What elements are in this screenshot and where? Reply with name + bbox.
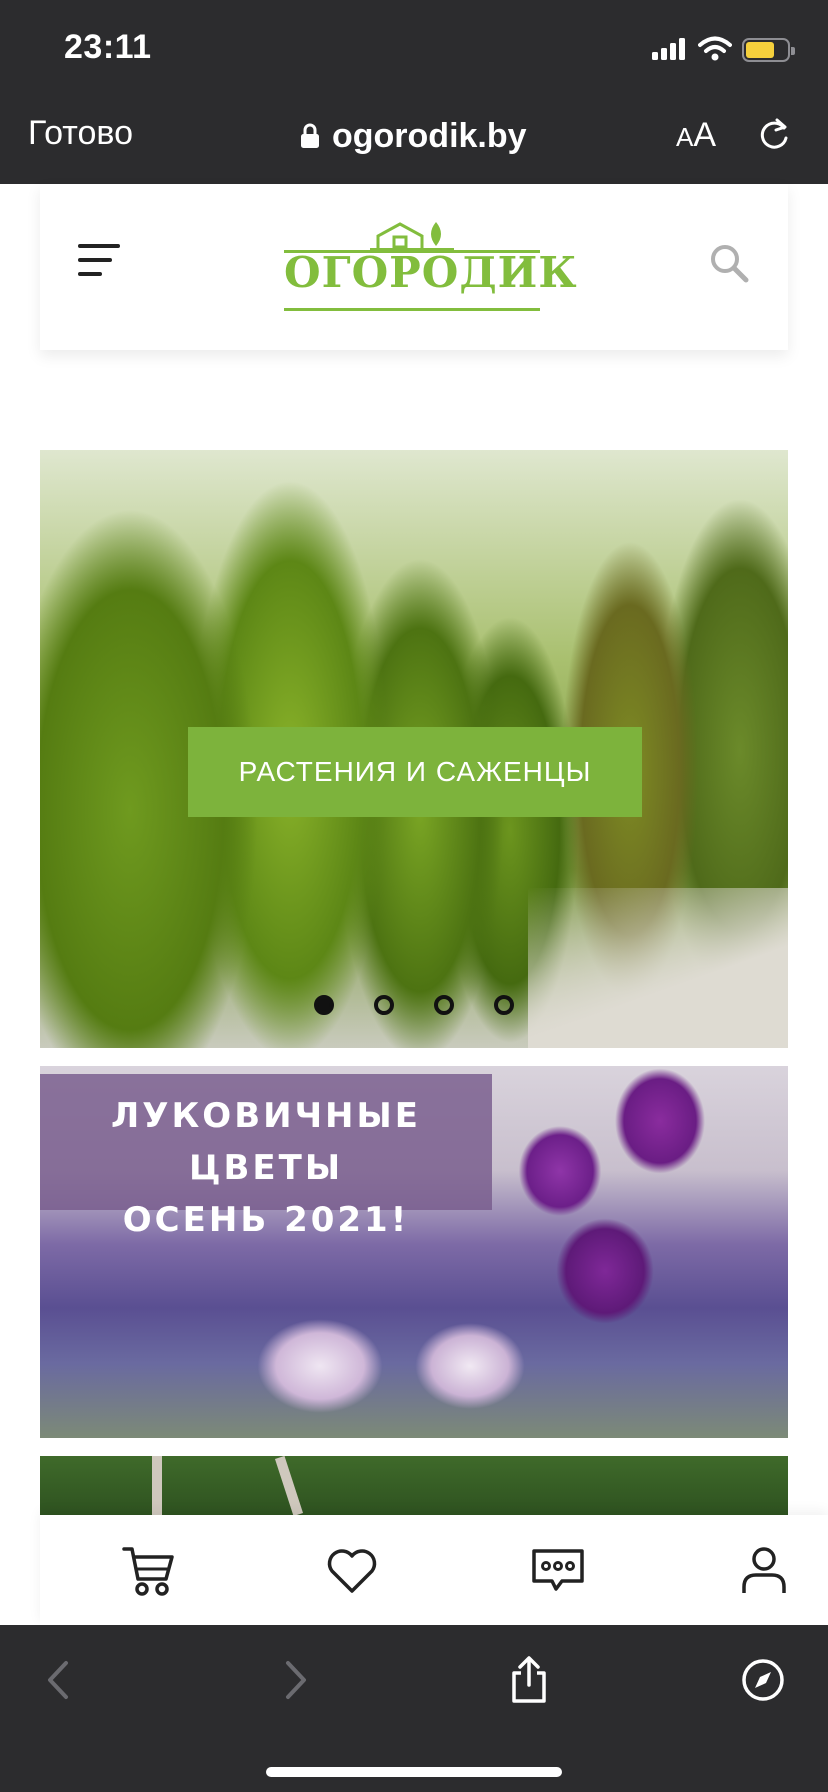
user-icon[interactable] <box>736 1543 792 1599</box>
slider-dots <box>40 995 788 1015</box>
browser-top-bar: 23:11 Готово ogorodik.by AA <box>0 0 828 184</box>
lock-icon <box>301 123 319 148</box>
browser-bottom-toolbar <box>0 1625 828 1792</box>
url-text: ogorodik.by <box>332 116 527 155</box>
hero-path-decoration <box>528 888 788 1048</box>
hero-cta-button[interactable]: РАСТЕНИЯ И САЖЕНЦЫ <box>188 727 642 817</box>
wifi-icon <box>698 36 732 61</box>
text-size-button[interactable]: AA <box>676 116 716 155</box>
home-indicator[interactable] <box>266 1767 562 1777</box>
share-icon[interactable] <box>506 1655 552 1705</box>
status-time: 23:11 <box>64 28 152 66</box>
battery-icon <box>742 38 795 62</box>
done-button[interactable]: Готово <box>28 114 133 153</box>
banner-decoration <box>152 1456 162 1516</box>
slider-dot-1[interactable] <box>314 995 334 1015</box>
slider-dot-2[interactable] <box>374 995 394 1015</box>
logo-text: ОГОРОДИК <box>284 248 578 297</box>
cellular-signal-icon <box>652 38 688 60</box>
site-bottom-nav <box>40 1515 828 1625</box>
reload-icon[interactable] <box>756 116 792 152</box>
site-header: ОГОРОДИК <box>40 184 788 350</box>
promo-line-1: ЛУКОВИЧНЫЕ ЦВЕТЫ <box>111 1096 421 1188</box>
site-logo[interactable]: ОГОРОДИК <box>284 220 578 316</box>
hero-slider[interactable]: РАСТЕНИЯ И САЖЕНЦЫ <box>40 450 788 1048</box>
promo-banner-bulbs[interactable]: ЛУКОВИЧНЫЕ ЦВЕТЫ ОСЕНЬ 2021! <box>40 1066 788 1438</box>
menu-icon[interactable] <box>78 244 122 284</box>
promo-line-2: ОСЕНЬ 2021! <box>122 1200 410 1240</box>
logo-line-bottom <box>284 308 540 311</box>
address-bar[interactable]: ogorodik.by <box>300 114 527 158</box>
chat-icon[interactable] <box>530 1543 586 1599</box>
banner-decoration <box>274 1456 304 1516</box>
forward-icon[interactable] <box>272 1655 318 1705</box>
text-size-small-label: A <box>676 122 694 152</box>
compass-icon[interactable] <box>740 1655 786 1705</box>
slider-dot-4[interactable] <box>494 995 514 1015</box>
slider-dot-3[interactable] <box>434 995 454 1015</box>
cart-icon[interactable] <box>120 1543 176 1599</box>
search-icon[interactable] <box>708 242 750 284</box>
back-icon[interactable] <box>36 1655 82 1705</box>
house-leaf-icon <box>370 222 454 250</box>
promo-banner-3[interactable] <box>40 1456 788 1516</box>
heart-icon[interactable] <box>324 1543 380 1599</box>
promo-caption: ЛУКОВИЧНЫЕ ЦВЕТЫ ОСЕНЬ 2021! <box>40 1074 492 1240</box>
text-size-large-label: A <box>693 116 717 154</box>
